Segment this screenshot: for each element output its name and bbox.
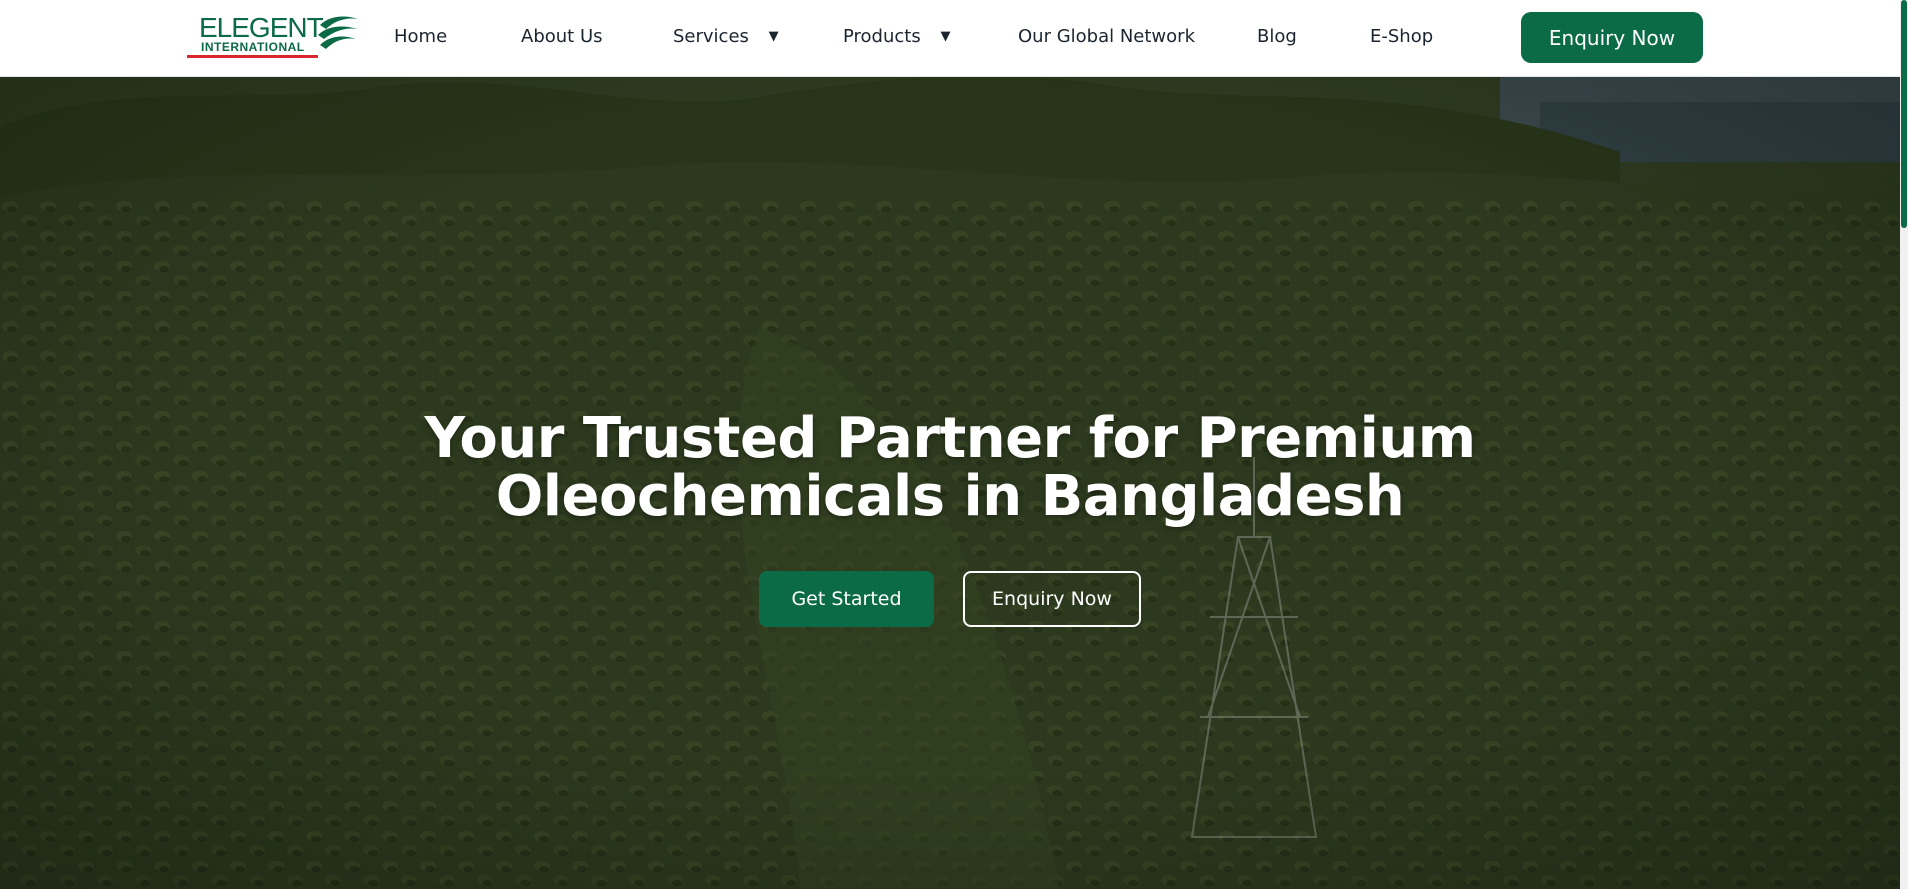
nav-label: Services (673, 26, 749, 47)
nav-item-services[interactable]: Services ▼ (673, 26, 779, 47)
nav-item-home[interactable]: Home (394, 26, 447, 47)
nav-label: Blog (1257, 26, 1297, 47)
hero-section: Your Trusted Partner for Premium Oleoche… (0, 77, 1900, 889)
logo-wordmark-top: ELEGENT (199, 12, 324, 43)
get-started-button[interactable]: Get Started (759, 571, 934, 627)
nav-label: Home (394, 26, 448, 47)
hero-title-line-2: Oleochemicals in Bangladesh (495, 464, 1405, 529)
caret-down-icon: ▼ (940, 29, 951, 44)
nav-item-global-network[interactable]: Our Global Network (1018, 26, 1195, 47)
nav-label: Products (843, 26, 921, 47)
logo-underline (187, 55, 318, 58)
nav-label: E-Shop (1370, 26, 1434, 47)
logo-wordmark-bottom: INTERNATIONAL (201, 40, 305, 54)
nav-label: About Us (521, 26, 603, 47)
nav-item-products[interactable]: Products ▼ (843, 26, 950, 47)
company-logo[interactable]: ELEGENT INTERNATIONAL (185, 11, 365, 61)
nav-item-blog[interactable]: Blog (1257, 26, 1297, 47)
hero-title: Your Trusted Partner for Premium Oleoche… (350, 410, 1550, 526)
hero-enquiry-button[interactable]: Enquiry Now (963, 571, 1141, 627)
nav-item-eshop[interactable]: E-Shop (1370, 26, 1433, 47)
caret-down-icon: ▼ (768, 29, 779, 44)
header-enquiry-button[interactable]: Enquiry Now (1521, 12, 1703, 63)
logo-swoosh-icon (318, 16, 358, 49)
nav-label: Our Global Network (1018, 26, 1195, 47)
scrollbar-thumb[interactable] (1901, 0, 1907, 228)
nav-item-about-us[interactable]: About Us (521, 26, 603, 47)
hero-title-line-1: Your Trusted Partner for Premium (424, 406, 1476, 471)
site-header: ELEGENT INTERNATIONAL Home About Us Serv… (0, 0, 1900, 77)
